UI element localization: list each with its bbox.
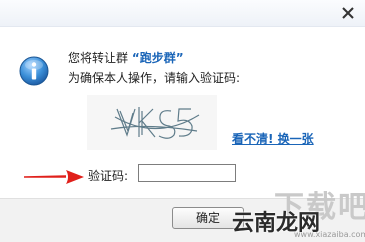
transfer-message: 您将转让群 “跑步群” <box>68 49 184 66</box>
dialog-titlebar <box>0 0 365 27</box>
watermark-url: www.xiazaiba.com <box>294 230 365 239</box>
captcha-text: VkS5 <box>151 146 154 148</box>
transfer-group-dialog: 您将转让群 “跑步群” 为确保本人操作，请输入验证码: VkS5 看不清! 换一… <box>0 0 365 242</box>
watermark: 下载吧 云南龙网 www.xiazaiba.com <box>230 187 365 241</box>
refresh-captcha-link[interactable]: 看不清! 换一张 <box>232 130 314 147</box>
info-icon <box>19 56 49 86</box>
arrow-right-icon <box>24 170 84 184</box>
code-input[interactable] <box>138 164 236 182</box>
message-prefix: 您将转让群 <box>68 51 132 65</box>
captcha-image: VkS5 <box>87 95 217 150</box>
code-label: 验证码: <box>88 169 129 183</box>
close-icon <box>342 7 354 19</box>
close-button[interactable] <box>339 4 357 22</box>
instruction-text: 为确保本人操作，请输入验证码: <box>68 71 241 85</box>
group-name: “跑步群” <box>131 51 184 65</box>
